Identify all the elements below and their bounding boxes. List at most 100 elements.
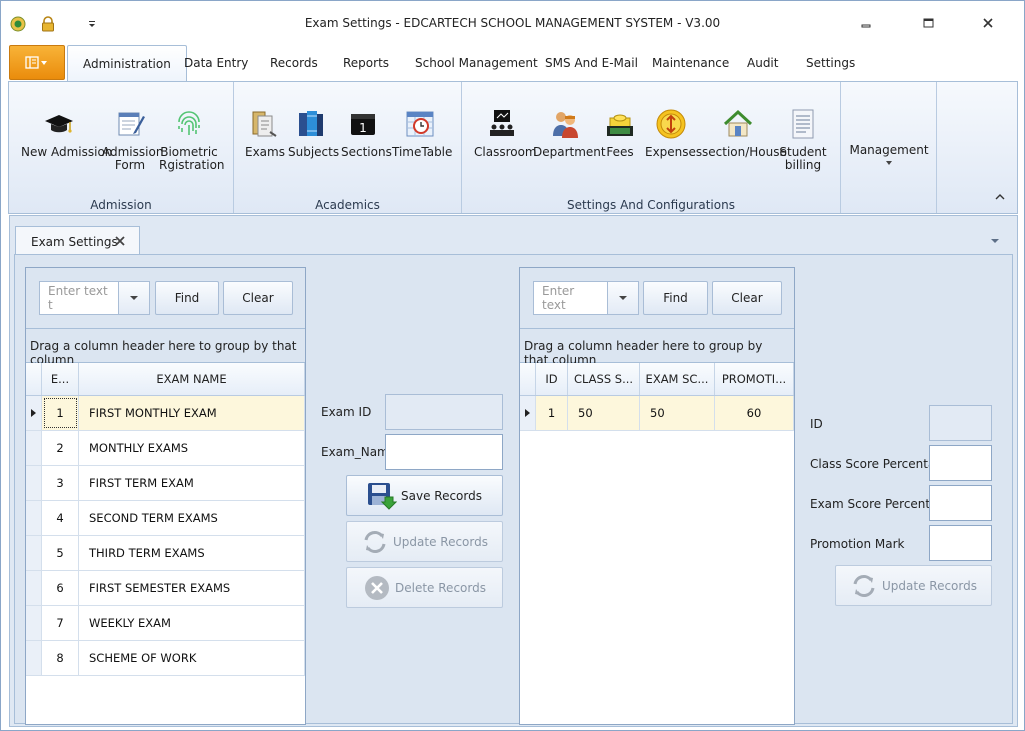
table-row[interactable]: 2 MONTHLY EXAMS [26, 431, 305, 466]
score-id-label: ID [810, 417, 823, 431]
exam-id-field[interactable] [385, 394, 503, 430]
maximize-button[interactable] [916, 13, 940, 33]
cell-exam-id[interactable]: 3 [42, 466, 79, 500]
update-score-button[interactable]: Update Records [835, 565, 992, 606]
table-row[interactable]: 3 FIRST TERM EXAM [26, 466, 305, 501]
tab-school-management[interactable]: School Management [415, 56, 538, 70]
application-menu-button[interactable] [9, 45, 65, 80]
management-dropdown-button[interactable]: Management [849, 144, 929, 166]
cell-id[interactable]: 1 [536, 396, 568, 430]
classroom-button[interactable]: Classroom [474, 108, 537, 159]
row-indicator[interactable] [26, 606, 42, 640]
tab-maintenance[interactable]: Maintenance [652, 56, 729, 70]
table-row[interactable]: 5 THIRD TERM EXAMS [26, 536, 305, 571]
exam-group-panel[interactable]: Drag a column header here to group by th… [26, 329, 305, 367]
score-group-panel[interactable]: Drag a column header here to group by th… [520, 329, 794, 367]
cell-exam-name[interactable]: THIRD TERM EXAMS [79, 536, 305, 570]
score-search-input[interactable]: Enter text [533, 281, 608, 315]
new-admission-button[interactable]: New Admission [21, 108, 112, 159]
close-button[interactable] [976, 13, 1000, 33]
cell-exam-id[interactable]: 2 [42, 431, 79, 465]
exam-search-dropdown[interactable] [118, 281, 150, 315]
column-header-promotion[interactable]: PROMOTI... [715, 363, 794, 395]
department-button[interactable]: Department [533, 108, 606, 159]
cell-exam-name[interactable]: SCHEME OF WORK [79, 641, 305, 675]
cell-exam-id[interactable]: 8 [42, 641, 79, 675]
tab-data-entry[interactable]: Data Entry [184, 56, 248, 70]
row-indicator[interactable] [26, 641, 42, 675]
cell-exam-id[interactable]: 1 [42, 396, 79, 430]
score-find-button[interactable]: Find [643, 281, 708, 315]
cell-exam-score[interactable]: 50 [640, 396, 715, 430]
biometric-registration-button[interactable]: Biometric Rgistration [159, 108, 225, 172]
cell-exam-id[interactable]: 7 [42, 606, 79, 640]
save-disk-icon [368, 482, 397, 510]
title-bar: Exam Settings - EDCARTECH SCHOOL MANAGEM… [1, 1, 1024, 45]
exams-button[interactable]: Exams [245, 108, 285, 159]
collapse-ribbon-button[interactable] [993, 190, 1007, 202]
column-header-exam-id[interactable]: E... [42, 363, 79, 395]
sections-button[interactable]: 1 Sections [341, 108, 392, 159]
row-indicator[interactable] [26, 396, 42, 430]
expenses-button[interactable]: Expenses [645, 108, 702, 159]
score-id-field[interactable] [929, 405, 992, 441]
cell-exam-name[interactable]: FIRST MONTHLY EXAM [79, 396, 305, 430]
section-house-button[interactable]: section/House [702, 108, 787, 159]
student-billing-button[interactable]: Student billing [779, 108, 827, 172]
tab-records[interactable]: Records [270, 56, 318, 70]
delete-records-button[interactable]: Delete Records [346, 567, 503, 608]
update-records-button[interactable]: Update Records [346, 521, 503, 562]
cell-exam-name[interactable]: FIRST SEMESTER EXAMS [79, 571, 305, 605]
app-window: Exam Settings - EDCARTECH SCHOOL MANAGEM… [0, 0, 1025, 731]
save-records-button[interactable]: Save Records [346, 475, 503, 516]
classroom-icon [490, 110, 514, 136]
tab-exam-settings[interactable]: Exam Settings [15, 226, 140, 256]
cell-exam-id[interactable]: 6 [42, 571, 79, 605]
close-tab-icon[interactable] [115, 235, 125, 249]
exam-search-input[interactable]: Enter text t [39, 281, 119, 315]
minimize-button[interactable] [854, 13, 878, 33]
admission-form-button[interactable]: Admission Form [102, 108, 163, 172]
tab-administration[interactable]: Administration [67, 45, 187, 82]
tab-reports[interactable]: Reports [343, 56, 389, 70]
tab-sms-email[interactable]: SMS And E-Mail [545, 56, 638, 70]
table-row[interactable]: 1 FIRST MONTHLY EXAM [26, 396, 305, 431]
column-header-class-score[interactable]: CLASS S... [568, 363, 640, 395]
exam-score-field[interactable] [929, 485, 992, 521]
row-indicator[interactable] [26, 536, 42, 570]
table-row[interactable]: 8 SCHEME OF WORK [26, 641, 305, 676]
cell-exam-id[interactable]: 5 [42, 536, 79, 570]
column-header-id[interactable]: ID [536, 363, 568, 395]
table-row[interactable]: 6 FIRST SEMESTER EXAMS [26, 571, 305, 606]
promotion-mark-field[interactable] [929, 525, 992, 561]
row-indicator[interactable] [520, 396, 536, 430]
cell-exam-id[interactable]: 4 [42, 501, 79, 535]
fees-button[interactable]: Fees [602, 108, 638, 159]
row-indicator[interactable] [26, 466, 42, 500]
cell-exam-name[interactable]: MONTHLY EXAMS [79, 431, 305, 465]
column-header-exam-score[interactable]: EXAM SC... [640, 363, 715, 395]
tab-audit[interactable]: Audit [747, 56, 778, 70]
timetable-button[interactable]: TimeTable [392, 108, 452, 159]
score-search-dropdown[interactable] [607, 281, 639, 315]
class-score-field[interactable] [929, 445, 992, 481]
cell-exam-name[interactable]: WEEKLY EXAM [79, 606, 305, 640]
row-indicator[interactable] [26, 431, 42, 465]
cell-promotion[interactable]: 60 [715, 396, 794, 430]
score-clear-button[interactable]: Clear [712, 281, 782, 315]
row-indicator[interactable] [26, 571, 42, 605]
table-row[interactable]: 1 50 50 60 [520, 396, 794, 431]
exam-clear-button[interactable]: Clear [223, 281, 293, 315]
cell-class-score[interactable]: 50 [568, 396, 640, 430]
tab-list-dropdown-icon[interactable] [990, 233, 1000, 247]
exam-find-button[interactable]: Find [155, 281, 219, 315]
table-row[interactable]: 7 WEEKLY EXAM [26, 606, 305, 641]
exam-name-field[interactable] [385, 434, 503, 470]
subjects-button[interactable]: Subjects [288, 108, 339, 159]
table-row[interactable]: 4 SECOND TERM EXAMS [26, 501, 305, 536]
cell-exam-name[interactable]: SECOND TERM EXAMS [79, 501, 305, 535]
row-indicator[interactable] [26, 501, 42, 535]
tab-settings[interactable]: Settings [806, 56, 855, 70]
cell-exam-name[interactable]: FIRST TERM EXAM [79, 466, 305, 500]
column-header-exam-name[interactable]: EXAM NAME [79, 363, 305, 395]
